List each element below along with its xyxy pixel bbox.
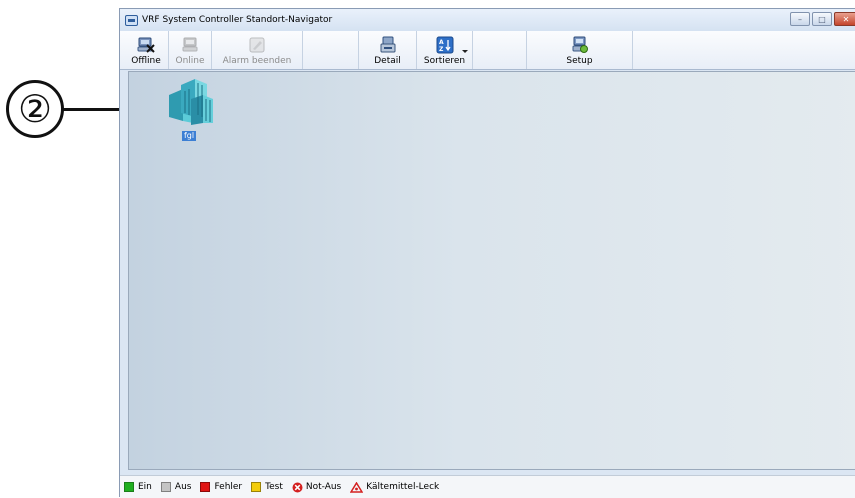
navigator-window: VRF System Controller Standort-Navigator… — [119, 8, 855, 498]
site-label: fgl — [181, 131, 197, 141]
toolbar-spacer — [303, 31, 359, 69]
toolbar-spacer — [473, 31, 527, 69]
swatch-aus — [160, 482, 171, 492]
svg-text:A: A — [439, 39, 444, 46]
network-disconnect-icon — [137, 36, 155, 54]
chevron-down-icon[interactable] — [462, 50, 468, 53]
legend-label-not-aus: Not-Aus — [305, 482, 342, 492]
setup-button[interactable]: Setup — [527, 31, 633, 69]
setup-label: Setup — [566, 56, 593, 66]
setup-icon — [571, 36, 589, 54]
sortieren-label: Sortieren — [423, 56, 466, 66]
title-bar: VRF System Controller Standort-Navigator… — [120, 9, 855, 31]
detail-button[interactable]: Detail — [359, 31, 417, 69]
legend-item-kaeltemittel-leck: Kältemittel-Leck — [350, 481, 440, 493]
legend-item-fehler: Fehler — [200, 482, 242, 492]
status-legend: Ein Aus Fehler Test Not-Aus Kältemittel-… — [120, 475, 855, 498]
legend-item-not-aus: Not-Aus — [292, 482, 341, 493]
alarm-beenden-button[interactable]: Alarm beenden — [212, 31, 303, 69]
legend-label-aus: Aus — [174, 482, 192, 492]
legend-item-test: Test — [251, 482, 283, 492]
sort-az-icon: A Z — [436, 36, 454, 54]
legend-label-fehler: Fehler — [214, 482, 243, 492]
detail-label: Detail — [374, 56, 401, 66]
swatch-test — [251, 482, 262, 492]
callout-number: ② — [6, 80, 64, 138]
legend-label-test: Test — [265, 482, 283, 492]
network-connect-icon — [181, 36, 199, 54]
legend-label-ein: Ein — [138, 482, 152, 492]
app-icon — [125, 14, 138, 26]
toolbar: Offline Online Alarm beenden Detail A Z … — [120, 31, 855, 70]
maximize-button[interactable]: □ — [812, 12, 832, 26]
online-button[interactable]: Online — [169, 31, 212, 69]
refrigerant-leak-icon — [350, 481, 364, 493]
offline-label: Offline — [131, 56, 161, 66]
sortieren-button[interactable]: A Z Sortieren — [417, 31, 473, 69]
alarm-stop-icon — [248, 36, 266, 54]
minimize-button[interactable]: – — [790, 12, 810, 26]
swatch-ein — [124, 482, 134, 492]
alarm-beenden-label: Alarm beenden — [222, 56, 292, 66]
building-icon — [163, 77, 215, 129]
close-button[interactable]: ✕ — [834, 12, 855, 26]
detail-icon — [379, 36, 397, 54]
window-controls: – □ ✕ — [788, 12, 855, 26]
online-label: Online — [175, 56, 205, 66]
legend-item-ein: Ein — [124, 482, 152, 492]
svg-text:Z: Z — [439, 46, 444, 53]
legend-item-aus: Aus — [160, 482, 192, 492]
emergency-stop-icon — [292, 482, 303, 493]
legend-label-kaeltemittel-leck: Kältemittel-Leck — [366, 482, 440, 492]
site-workspace: fgl — [128, 71, 855, 470]
offline-button[interactable]: Offline — [124, 31, 169, 69]
window-title: VRF System Controller Standort-Navigator — [142, 15, 333, 25]
site-item[interactable]: fgl — [157, 77, 221, 141]
swatch-fehler — [200, 482, 211, 492]
